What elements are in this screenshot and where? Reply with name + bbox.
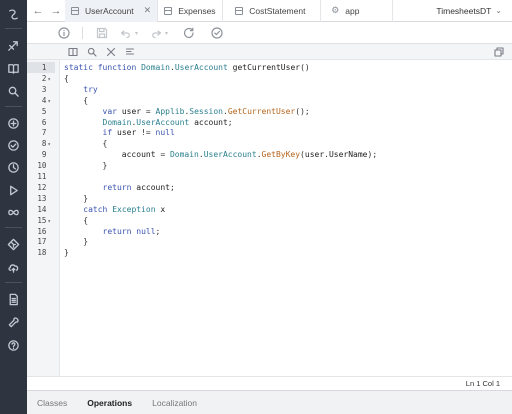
status-bar: Ln 1 Col 1 — [27, 376, 512, 390]
tab-label: app — [345, 5, 360, 16]
code-line: { — [64, 95, 89, 105]
code-line: { — [64, 215, 89, 225]
layout-icon[interactable] — [68, 47, 78, 57]
project-selector[interactable]: TimesheetsDT ⌄ — [426, 6, 512, 16]
close-icon[interactable]: ✕ — [144, 5, 152, 16]
code-line: Domain.UserAccount account; — [102, 117, 233, 127]
line-number: 3 — [41, 84, 47, 94]
line-number: 17 — [37, 237, 47, 247]
check-circle-icon[interactable] — [6, 138, 20, 152]
fold-arrow-icon: ▾ — [47, 75, 51, 83]
tab-label: Expenses — [178, 5, 216, 16]
toolbar-divider — [82, 27, 83, 39]
save-icon[interactable] — [95, 26, 109, 40]
line-number: 6 — [41, 117, 47, 127]
code-line: } — [64, 237, 89, 247]
sidebar-divider — [5, 282, 22, 283]
cursor-position: Ln 1 Col 1 — [465, 379, 500, 388]
line-number: 7 — [41, 128, 47, 138]
line-number: 5 — [41, 106, 47, 116]
add-icon[interactable] — [6, 116, 20, 130]
code-line: } — [64, 161, 108, 171]
line-number: 2▾ — [41, 73, 51, 83]
tab-label: UserAccount — [85, 5, 134, 16]
search-icon[interactable] — [87, 47, 97, 57]
line-number: 15▾ — [37, 215, 51, 225]
line-number: 18 — [37, 248, 47, 258]
arrow-left-icon[interactable]: ← — [33, 5, 44, 17]
tab-useraccount[interactable]: UserAccount ✕ — [65, 0, 159, 22]
code-line: return account; — [102, 182, 175, 192]
document-icon — [71, 6, 79, 15]
refresh-icon[interactable] — [182, 26, 196, 40]
wrench-icon[interactable] — [6, 315, 20, 329]
tab-label: CostStatement — [249, 5, 306, 16]
line-number: 4▾ — [41, 95, 51, 105]
code-line: } — [64, 248, 69, 258]
sidebar-divider — [5, 227, 22, 228]
code-line: var user = Applib.Session.GetCurrentUser… — [102, 106, 310, 116]
line-number: 9 — [41, 150, 47, 160]
code-line: if user != null — [102, 128, 175, 138]
sidebar — [0, 0, 27, 414]
line-number: 8▾ — [41, 139, 51, 149]
bottom-tab-bar: Classes Operations Localization — [27, 390, 512, 414]
line-number: 10 — [37, 161, 47, 171]
tab-classes[interactable]: Classes — [27, 391, 77, 414]
tab-expenses[interactable]: Expenses — [158, 0, 224, 22]
maximize-icon[interactable] — [494, 47, 504, 57]
undo-icon[interactable]: ▾ — [119, 26, 138, 40]
replace-icon[interactable] — [106, 47, 116, 57]
tab-localization[interactable]: Localization — [142, 391, 207, 414]
code-editor[interactable]: static function Domain.UserAccount getCu… — [60, 60, 512, 376]
help-icon[interactable] — [6, 338, 20, 352]
line-number: 1 — [27, 62, 55, 73]
redo-icon[interactable]: ▾ — [149, 26, 168, 40]
history-icon[interactable] — [6, 160, 20, 174]
code-line: catch Exception x — [83, 204, 166, 214]
rocket-icon[interactable] — [6, 38, 20, 52]
search-icon[interactable] — [6, 84, 20, 98]
cloud-upload-icon[interactable] — [6, 260, 20, 274]
tab-bar: ← → UserAccount ✕ Expenses CostStatement… — [27, 0, 512, 22]
info-icon[interactable] — [57, 26, 71, 40]
sidebar-divider — [5, 28, 22, 29]
document-icon[interactable] — [6, 292, 20, 306]
line-number: 14 — [37, 204, 47, 214]
document-icon — [235, 6, 244, 15]
document-icon — [164, 6, 173, 15]
line-number: 13 — [37, 193, 47, 203]
tab-coststatement[interactable]: CostStatement — [223, 0, 322, 22]
play-icon[interactable] — [6, 183, 20, 197]
git-icon[interactable] — [6, 237, 20, 251]
editor-toolbar — [27, 44, 512, 60]
infinity-icon[interactable] — [6, 205, 20, 219]
fold-arrow-icon: ▾ — [47, 217, 51, 225]
format-icon[interactable] — [125, 47, 135, 57]
code-line: return null; — [102, 226, 161, 236]
toolbar: ▾ ▾ — [27, 22, 512, 44]
fold-arrow-icon: ▾ — [47, 141, 51, 149]
book-icon[interactable] — [6, 61, 20, 75]
sidebar-divider — [5, 106, 22, 107]
code-line: } — [64, 193, 89, 203]
line-number: 16 — [37, 226, 47, 236]
line-number: 11 — [37, 172, 47, 181]
chevron-down-icon: ⌄ — [495, 6, 502, 15]
gear-icon: ⚙ — [331, 5, 340, 15]
tab-app[interactable]: ⚙ app — [321, 0, 394, 22]
fold-arrow-icon: ▾ — [47, 97, 51, 105]
logo-icon[interactable] — [6, 7, 20, 21]
line-number: 12 — [37, 182, 47, 192]
code-line: { — [64, 73, 69, 83]
tab-operations[interactable]: Operations — [77, 391, 142, 414]
code-line: static function Domain.UserAccount getCu… — [64, 63, 310, 72]
project-label: TimesheetsDT — [436, 5, 492, 16]
code-line: { — [64, 139, 108, 149]
code-line: account = Domain.UserAccount.GetByKey(us… — [121, 150, 378, 160]
history-nav: ← → — [27, 5, 65, 17]
arrow-right-icon[interactable]: → — [51, 5, 62, 17]
check-icon[interactable] — [210, 26, 224, 40]
code-line: try — [83, 84, 98, 94]
